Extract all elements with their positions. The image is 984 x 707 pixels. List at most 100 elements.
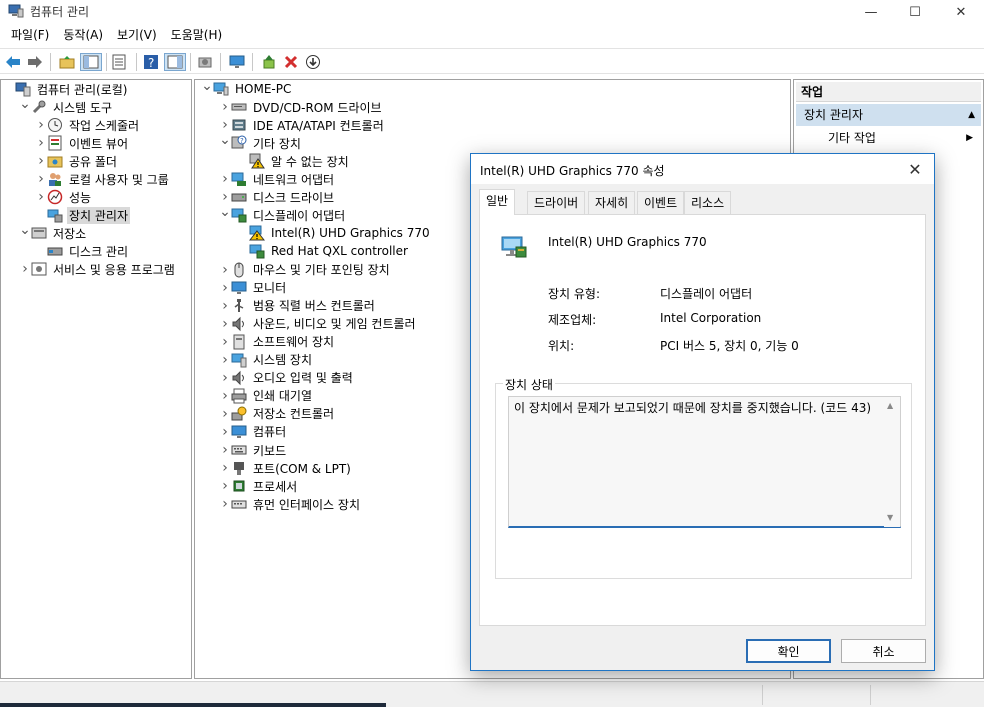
expand-chevron-icon[interactable]: › [35, 152, 47, 170]
cancel-button[interactable]: 취소 [841, 639, 926, 663]
update-driver-icon[interactable] [260, 53, 278, 71]
tree-node[interactable]: ⌄ 시스템 도구 [19, 95, 114, 116]
tree-node[interactable]: › 사운드, 비디오 및 게임 컨트롤러 [219, 315, 418, 333]
tree-node[interactable]: › 범용 직렬 버스 컨트롤러 [219, 297, 377, 315]
expand-chevron-icon[interactable]: › [219, 351, 231, 369]
dialog-close-button[interactable]: ✕ [904, 158, 926, 180]
tree-node[interactable]: › IDE ATA/ATAPI 컨트롤러 [219, 116, 386, 134]
tree-node[interactable]: Intel(R) UHD Graphics 770 [237, 224, 432, 242]
monitor-icon[interactable] [228, 53, 246, 71]
tree-node[interactable]: › 성능 [35, 188, 93, 206]
hid-icon [231, 496, 247, 512]
tree-node[interactable]: › 컴퓨터 [219, 423, 288, 441]
expand-chevron-icon[interactable]: › [219, 170, 231, 188]
expand-chevron-icon[interactable]: › [219, 441, 231, 459]
expand-chevron-icon[interactable]: › [219, 297, 231, 315]
expand-chevron-icon[interactable]: › [219, 477, 231, 495]
tree-node[interactable]: › 키보드 [219, 441, 288, 459]
tree-node[interactable]: › 프로세서 [219, 477, 299, 495]
tree-node[interactable]: 디스크 관리 [35, 242, 130, 260]
collapse-chevron-icon[interactable]: ⌄ [219, 203, 231, 221]
scan-hardware-icon[interactable] [196, 53, 214, 71]
minimize-button[interactable]: — [848, 0, 894, 24]
tree-node[interactable]: › 마우스 및 기타 포인팅 장치 [219, 261, 392, 279]
expand-chevron-icon[interactable]: › [219, 387, 231, 405]
tab-events[interactable]: 이벤트 [637, 191, 685, 214]
expand-chevron-icon[interactable]: › [35, 170, 47, 188]
collapse-chevron-icon[interactable]: ⌄ [19, 221, 31, 239]
tree-node[interactable]: › 인쇄 대기열 [219, 387, 314, 405]
tree-node[interactable]: › 네트워크 어댑터 [219, 170, 336, 188]
disable-icon[interactable] [304, 53, 322, 71]
collapse-chevron-icon[interactable]: ⌄ [19, 95, 31, 113]
menu-action[interactable]: 동작(A) [56, 24, 110, 46]
actions-section-device-manager[interactable]: 장치 관리자 ▲ [796, 104, 981, 126]
tree-node[interactable]: › 소프트웨어 장치 [219, 333, 336, 351]
expand-chevron-icon[interactable]: › [35, 116, 47, 134]
expand-chevron-icon[interactable]: › [219, 98, 231, 116]
collapse-chevron-icon[interactable]: ⌄ [201, 80, 213, 95]
tree-node-label: 소프트웨어 장치 [253, 335, 335, 350]
ok-button[interactable]: 확인 [746, 639, 831, 663]
tree-node[interactable]: ⌄ 디스플레이 어댑터 [219, 203, 347, 224]
tree-node[interactable]: › 작업 스케줄러 [35, 116, 141, 134]
collapse-arrow-icon[interactable]: ▲ [968, 104, 975, 126]
tree-node[interactable]: Red Hat QXL controller [237, 242, 410, 260]
forward-arrow-icon[interactable] [26, 53, 44, 71]
actions-item-more-actions[interactable]: 기타 작업 ▶ [796, 128, 981, 148]
tree-node[interactable]: › 시스템 장치 [219, 351, 314, 369]
expand-chevron-icon[interactable]: › [19, 260, 31, 278]
up-folder-icon[interactable] [58, 53, 76, 71]
close-button[interactable]: ✕ [938, 0, 984, 24]
expand-chevron-icon[interactable]: › [219, 315, 231, 333]
tree-node[interactable]: › DVD/CD-ROM 드라이브 [219, 98, 384, 116]
expand-chevron-icon[interactable]: › [219, 333, 231, 351]
tree-node[interactable]: › 휴먼 인터페이스 장치 [219, 495, 362, 513]
expand-chevron-icon[interactable]: › [35, 134, 47, 152]
expand-chevron-icon[interactable]: › [219, 423, 231, 441]
tab-details[interactable]: 자세히 [588, 191, 636, 214]
device-status-textbox[interactable]: 이 장치에서 문제가 보고되었기 때문에 장치를 중지했습니다. (코드 43)… [508, 396, 901, 528]
tree-node[interactable]: › 디스크 드라이브 [219, 188, 336, 206]
tree-node[interactable]: ⌄ 저장소 [19, 221, 88, 242]
tree-node[interactable]: › 이벤트 뷰어 [35, 134, 130, 152]
tree-node[interactable]: › 모니터 [219, 279, 288, 297]
maximize-button[interactable]: ☐ [892, 0, 938, 24]
expand-chevron-icon[interactable]: › [35, 188, 47, 206]
tab-general[interactable]: 일반 [479, 189, 516, 215]
scroll-down-arrow-icon[interactable]: ▼ [887, 513, 893, 522]
scroll-up-arrow-icon[interactable]: ▲ [887, 401, 893, 410]
menu-view[interactable]: 보기(V) [110, 24, 164, 46]
tree-node-label: 오디오 입력 및 출력 [253, 371, 353, 386]
help-icon[interactable]: ? [142, 53, 160, 71]
tree-node[interactable]: 장치 관리자 [35, 206, 131, 224]
tree-node[interactable]: › 오디오 입력 및 출력 [219, 369, 355, 387]
collapse-chevron-icon[interactable]: ⌄ [219, 131, 231, 149]
tree-node[interactable]: ⌄ HOME-PC [201, 80, 293, 98]
expand-chevron-icon[interactable]: › [219, 369, 231, 387]
tree-node[interactable]: › 공유 폴더 [35, 152, 119, 170]
expand-chevron-icon[interactable]: › [219, 279, 231, 297]
tree-node-label: 네트워크 어댑터 [253, 172, 335, 187]
expand-chevron-icon[interactable]: › [219, 459, 231, 477]
show-hide-tree-icon[interactable] [80, 53, 102, 71]
expand-chevron-icon[interactable]: › [219, 405, 231, 423]
tab-driver[interactable]: 드라이버 [527, 191, 586, 214]
back-arrow-icon[interactable] [4, 53, 22, 71]
uninstall-icon[interactable] [282, 53, 300, 71]
console-tree[interactable]: 컴퓨터 관리(로컬) ⌄ 시스템 도구 › 작업 스케줄러 › 이벤트 뷰어 › 공유 폴더 › 로… [0, 79, 192, 679]
menu-file[interactable]: 파일(F) [4, 24, 56, 46]
tree-node[interactable]: › 저장소 컨트롤러 [219, 405, 336, 423]
expand-chevron-icon[interactable]: › [219, 261, 231, 279]
action-pane-icon[interactable] [164, 53, 186, 71]
tree-node[interactable]: › 포트(COM & LPT) [219, 459, 353, 477]
tree-node[interactable]: › 서비스 및 응용 프로그램 [19, 260, 177, 278]
properties-icon[interactable] [110, 53, 128, 71]
status-scrollbar[interactable]: ▲ ▼ [884, 397, 900, 527]
tree-node[interactable]: › 로컬 사용자 및 그룹 [35, 170, 171, 188]
tree-node[interactable]: ⌄? 기타 장치 [219, 131, 303, 152]
expand-chevron-icon[interactable]: › [219, 495, 231, 513]
tab-resources[interactable]: 리소스 [684, 191, 732, 214]
tree-node[interactable]: 알 수 없는 장치 [237, 152, 351, 170]
menu-help[interactable]: 도움말(H) [164, 24, 230, 46]
